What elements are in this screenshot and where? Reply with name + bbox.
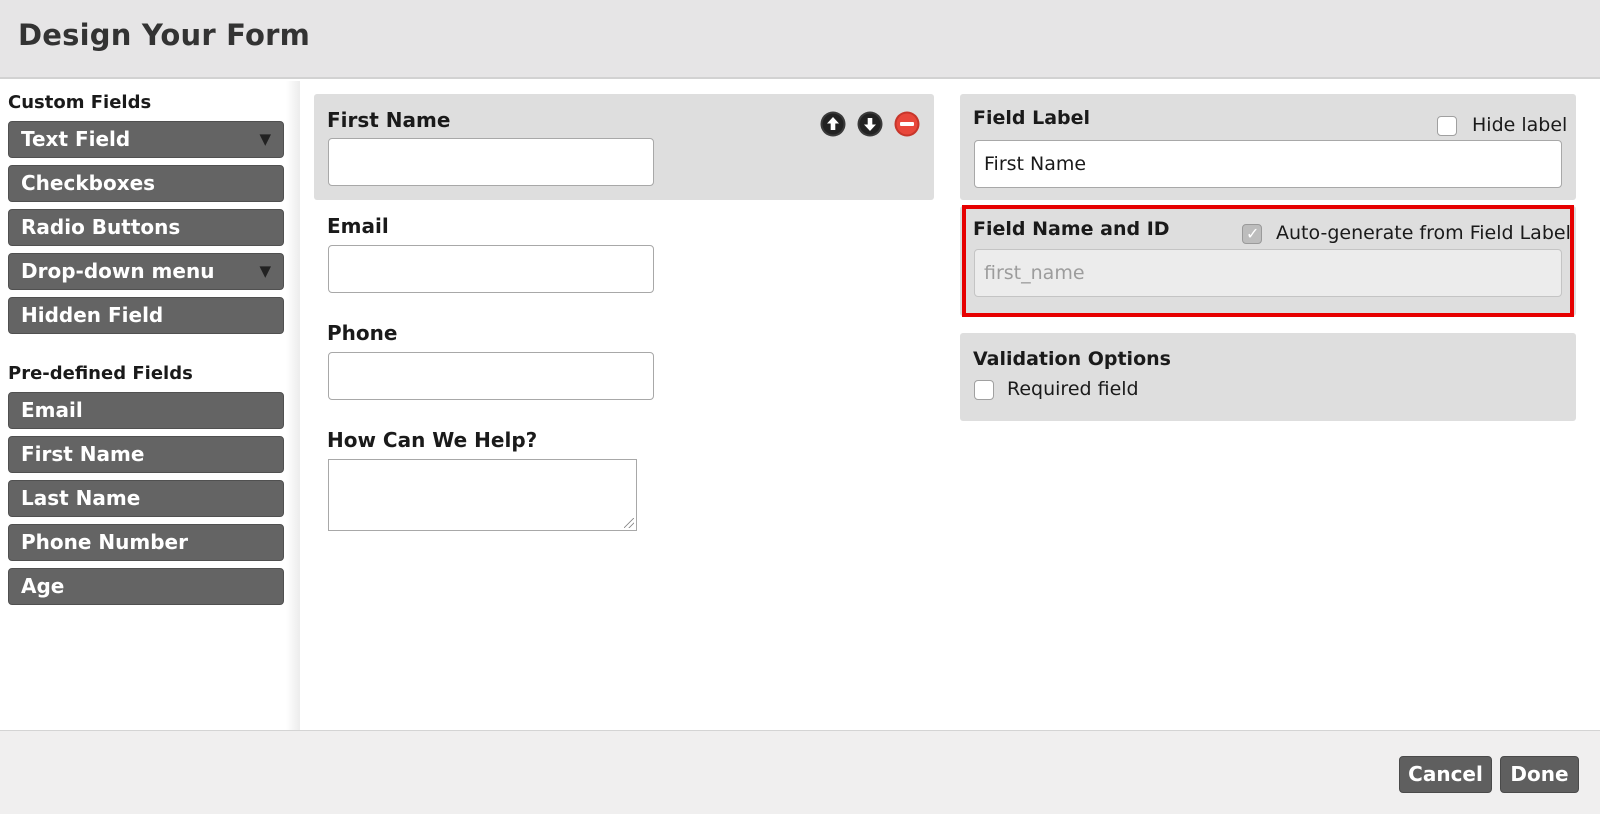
palette-button-label: Drop-down menu bbox=[21, 259, 215, 283]
palette-button-label: Age bbox=[21, 574, 65, 598]
palette-button-label: Radio Buttons bbox=[21, 215, 181, 239]
hide-label-checkbox[interactable] bbox=[1437, 116, 1457, 136]
palette-hidden-field-button[interactable]: Hidden Field bbox=[8, 297, 284, 334]
palette-first-name-button[interactable]: First Name bbox=[8, 436, 284, 473]
dialog-title: Design Your Form bbox=[18, 18, 311, 52]
required-field-checkbox[interactable] bbox=[974, 380, 994, 400]
palette-dropdown-menu-button[interactable]: Drop-down menu ▼ bbox=[8, 253, 284, 290]
move-down-icon[interactable] bbox=[857, 111, 883, 137]
remove-field-icon[interactable] bbox=[894, 111, 920, 137]
validation-options-panel: Validation Options Required field bbox=[960, 333, 1576, 421]
move-up-icon[interactable] bbox=[820, 111, 846, 137]
custom-fields-heading: Custom Fields bbox=[8, 92, 152, 113]
predefined-fields-heading: Pre-defined Fields bbox=[8, 363, 193, 384]
dialog-titlebar: Design Your Form bbox=[0, 0, 1600, 79]
form-field-first-name[interactable]: First Name bbox=[314, 94, 934, 200]
form-field-preview-input[interactable] bbox=[328, 245, 654, 293]
dropdown-caret-icon: ▼ bbox=[259, 262, 271, 280]
form-field-label: Email bbox=[327, 214, 389, 238]
form-field-label: First Name bbox=[327, 108, 451, 132]
palette-button-label: Phone Number bbox=[21, 530, 188, 554]
field-name-id-panel: Field Name and ID Auto-generate from Fie… bbox=[960, 206, 1576, 316]
sidebar-divider bbox=[286, 81, 300, 730]
field-name-input[interactable] bbox=[974, 249, 1562, 297]
palette-button-label: Hidden Field bbox=[21, 303, 164, 327]
auto-generate-checkbox[interactable] bbox=[1242, 224, 1262, 244]
dropdown-caret-icon: ▼ bbox=[259, 130, 271, 148]
palette-button-label: Last Name bbox=[21, 486, 141, 510]
form-field-how-can-we-help[interactable]: How Can We Help? bbox=[314, 416, 934, 536]
field-label-panel: Field Label Hide label bbox=[960, 94, 1576, 200]
field-label-input[interactable] bbox=[974, 140, 1562, 188]
form-field-preview-textarea[interactable] bbox=[328, 459, 637, 531]
form-field-preview-input[interactable] bbox=[328, 138, 654, 186]
form-field-label: How Can We Help? bbox=[327, 428, 538, 452]
palette-email-button[interactable]: Email bbox=[8, 392, 284, 429]
palette-button-label: Checkboxes bbox=[21, 171, 156, 195]
palette-checkboxes-button[interactable]: Checkboxes bbox=[8, 165, 284, 202]
hide-label-text: Hide label bbox=[1472, 114, 1568, 136]
form-field-email[interactable]: Email bbox=[314, 202, 934, 306]
required-field-text: Required field bbox=[1007, 378, 1139, 400]
palette-age-button[interactable]: Age bbox=[8, 568, 284, 605]
palette-button-label: Email bbox=[21, 398, 83, 422]
palette-radio-buttons-button[interactable]: Radio Buttons bbox=[8, 209, 284, 246]
palette-button-label: First Name bbox=[21, 442, 145, 466]
dialog-footer: Cancel Done bbox=[0, 730, 1600, 814]
resize-grip-icon[interactable] bbox=[624, 518, 634, 528]
auto-generate-text: Auto-generate from Field Label bbox=[1276, 222, 1571, 244]
validation-options-heading: Validation Options bbox=[973, 348, 1171, 370]
palette-text-field-button[interactable]: Text Field ▼ bbox=[8, 121, 284, 158]
form-field-phone[interactable]: Phone bbox=[314, 309, 934, 413]
field-label-heading: Field Label bbox=[973, 107, 1091, 129]
palette-last-name-button[interactable]: Last Name bbox=[8, 480, 284, 517]
form-field-preview-input[interactable] bbox=[328, 352, 654, 400]
done-button[interactable]: Done bbox=[1500, 756, 1579, 793]
form-field-label: Phone bbox=[327, 321, 398, 345]
palette-button-label: Text Field bbox=[21, 127, 131, 151]
palette-phone-number-button[interactable]: Phone Number bbox=[8, 524, 284, 561]
cancel-button[interactable]: Cancel bbox=[1399, 756, 1492, 793]
field-name-id-heading: Field Name and ID bbox=[973, 218, 1170, 240]
